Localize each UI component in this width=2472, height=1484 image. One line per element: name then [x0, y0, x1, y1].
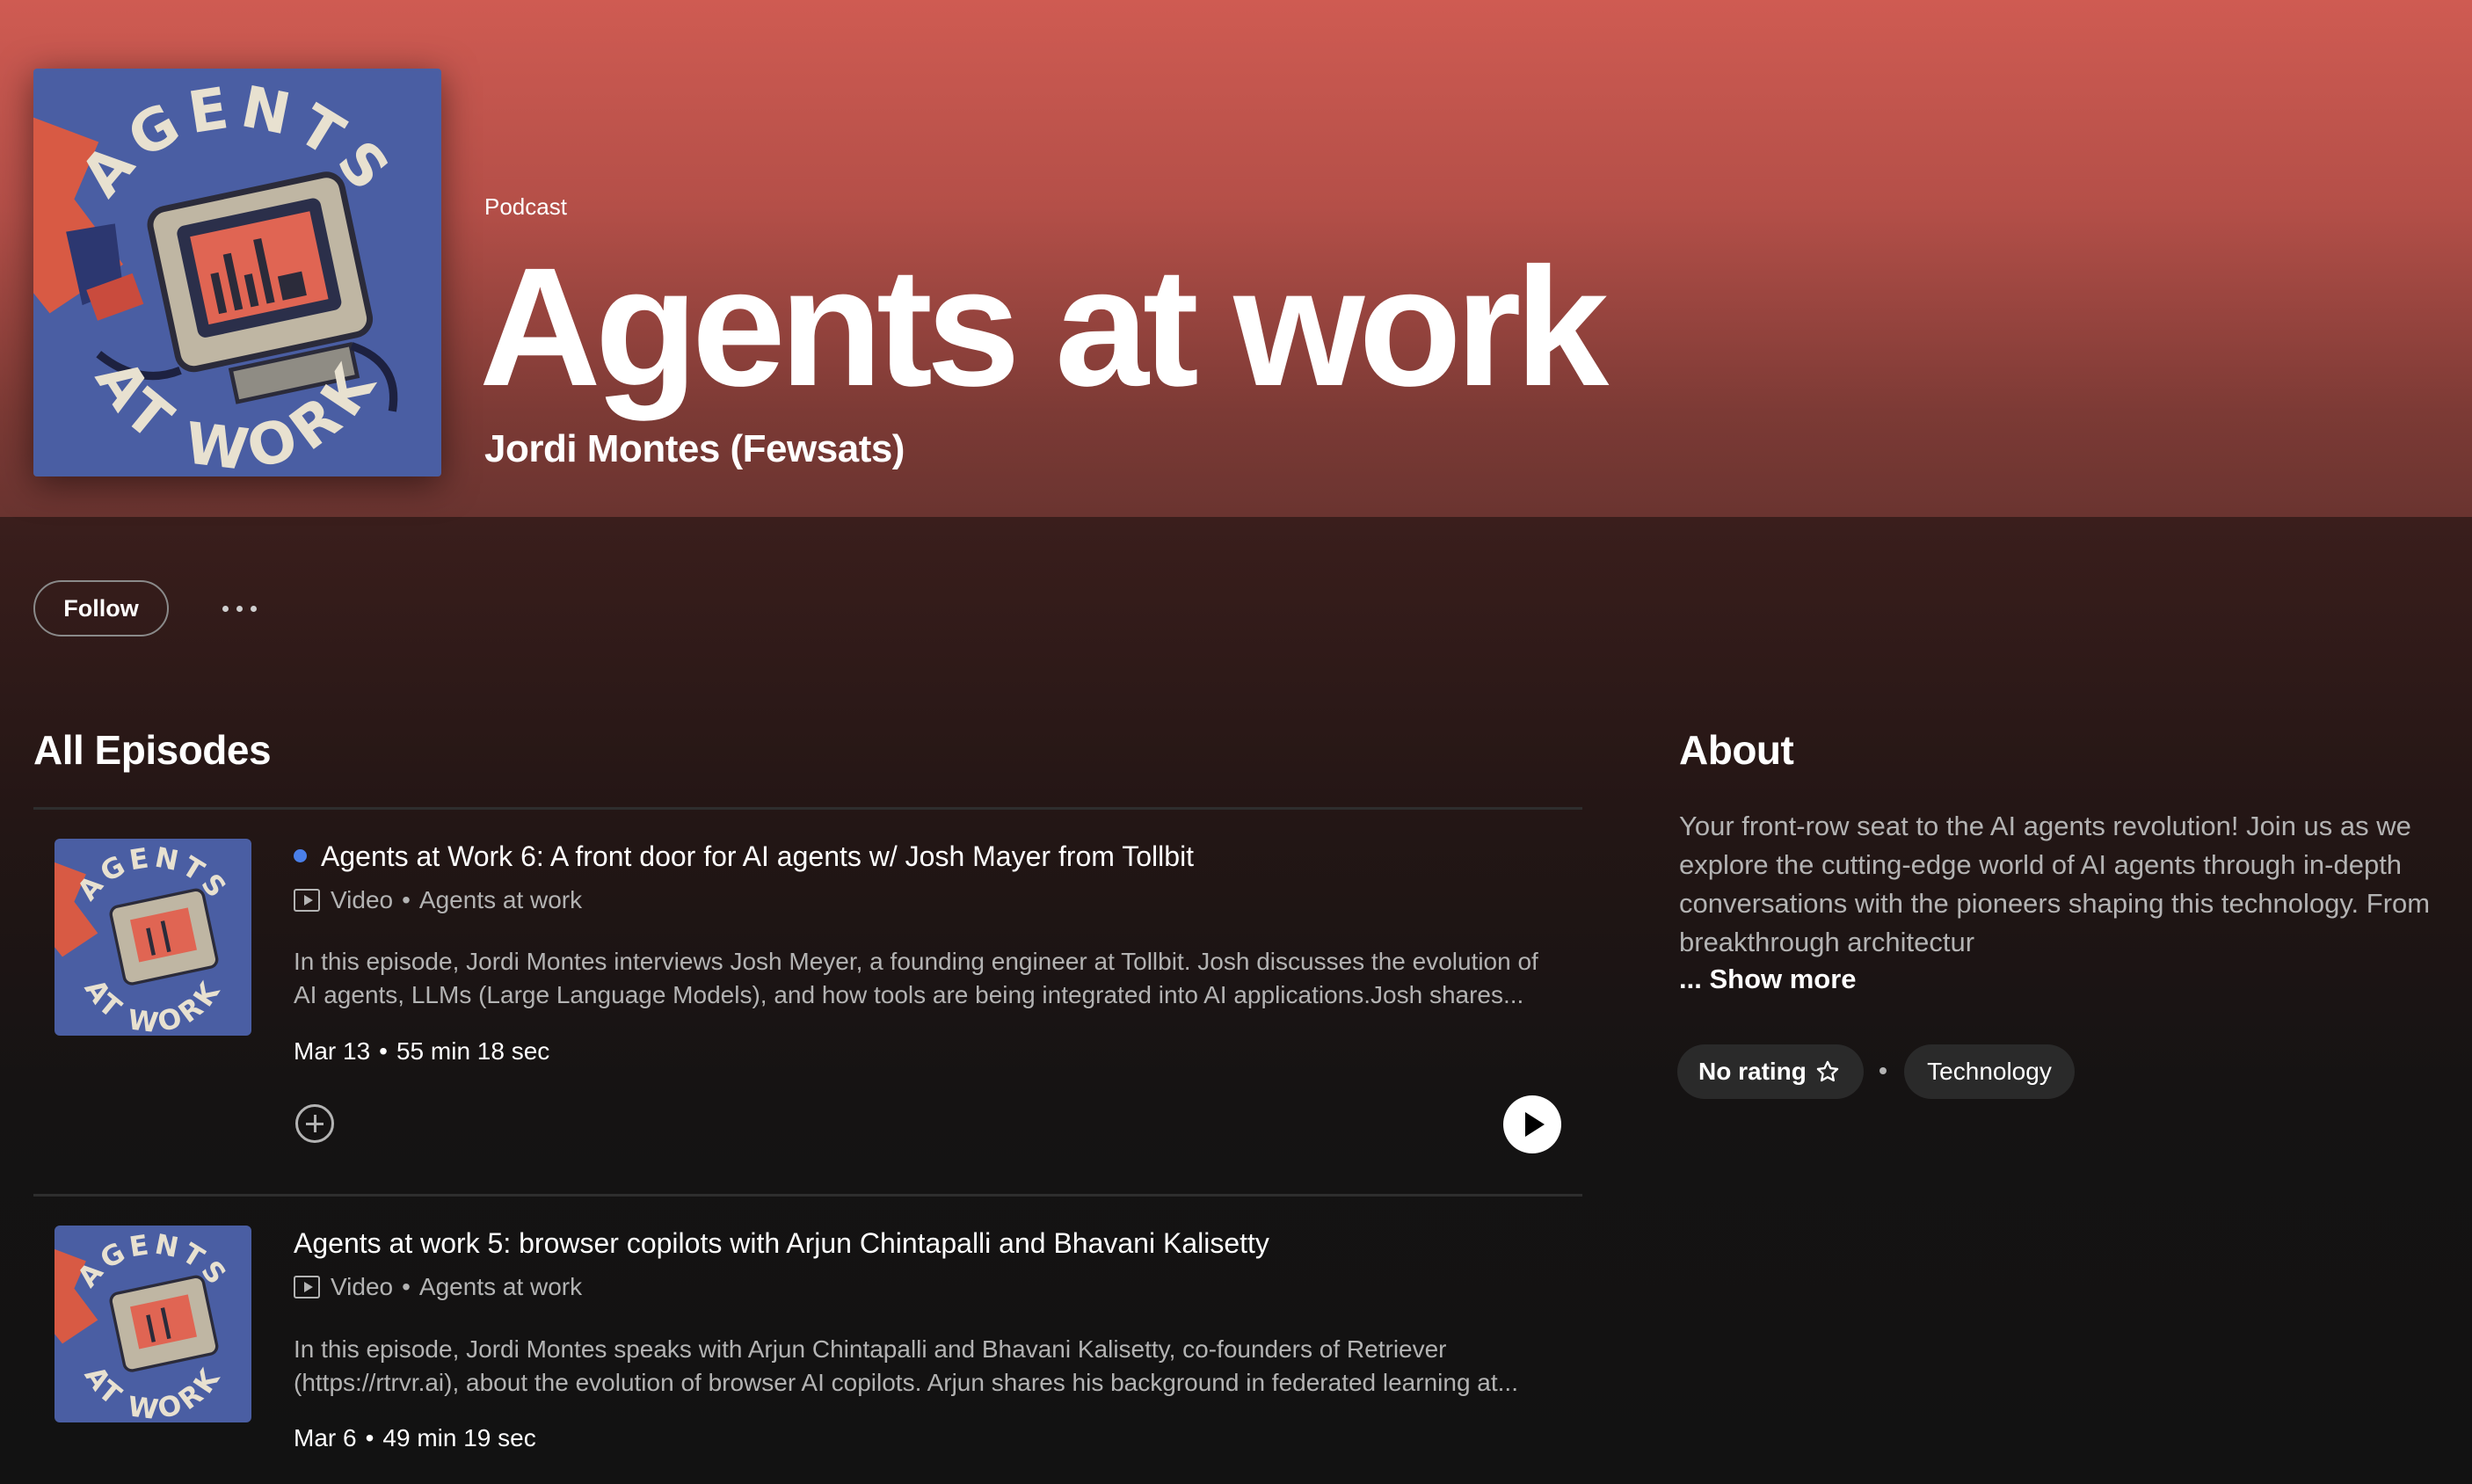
more-horizontal-icon — [222, 605, 229, 612]
episode-date-duration: Mar 6 • 49 min 19 sec — [294, 1424, 536, 1452]
cover-illustration: AGENTS AT WORK — [55, 1226, 251, 1422]
episode-description: In this episode, Jordi Montes speaks wit… — [294, 1335, 1518, 1396]
add-to-library-icon[interactable] — [295, 1104, 334, 1143]
cover-illustration: AGENTS AT WORK — [55, 839, 251, 1036]
separator-dot: • — [379, 1037, 388, 1065]
follow-button[interactable]: Follow — [33, 580, 169, 637]
episode-duration: 49 min 19 sec — [382, 1424, 536, 1451]
episode-date-duration: Mar 13 • 55 min 18 sec — [294, 1037, 549, 1066]
about-heading: About — [1679, 727, 1794, 773]
show-name[interactable]: Agents at work — [419, 886, 582, 914]
episode-date: Mar 6 — [294, 1424, 357, 1451]
rating-pill[interactable]: No rating — [1677, 1044, 1864, 1099]
content-type-label: Podcast — [484, 193, 567, 220]
episode-date: Mar 13 — [294, 1037, 371, 1065]
episode-meta: Video • Agents at work — [294, 1273, 582, 1301]
star-icon — [1816, 1060, 1839, 1082]
episode-duration: 55 min 18 sec — [396, 1037, 550, 1065]
about-description: Your front-row seat to the AI agents rev… — [1679, 811, 2431, 957]
episode-divider — [33, 1194, 1582, 1197]
show-name[interactable]: Agents at work — [419, 1273, 582, 1301]
separator-dot: • — [402, 886, 411, 913]
podcast-cover-art: AGENTS AT WORK — [33, 69, 441, 476]
podcast-title: Agents at work — [479, 232, 1609, 421]
episode-thumbnail[interactable]: AGENTS AT WORK — [55, 1226, 251, 1422]
new-episode-dot — [294, 849, 307, 863]
episode-title[interactable]: Agents at work 5: browser copilots with … — [294, 1227, 1269, 1260]
media-type: Video — [331, 1273, 394, 1300]
more-horizontal-icon — [250, 605, 257, 612]
podcast-author[interactable]: Jordi Montes (Fewsats) — [484, 427, 905, 471]
separator-dot: • — [365, 1424, 374, 1451]
episode-title[interactable]: Agents at Work 6: A front door for AI ag… — [294, 840, 1194, 873]
rating-label: No rating — [1698, 1058, 1807, 1085]
more-options-button[interactable] — [213, 587, 265, 629]
more-horizontal-icon — [236, 605, 243, 612]
episode-meta: Video • Agents at work — [294, 886, 582, 914]
play-icon[interactable] — [1503, 1095, 1561, 1153]
all-episodes-heading: All Episodes — [33, 727, 272, 773]
separator-dot: • — [402, 1273, 411, 1300]
episode-thumbnail[interactable]: AGENTS AT WORK — [55, 839, 251, 1036]
category-pill[interactable]: Technology — [1904, 1044, 2075, 1099]
cover-illustration: AGENTS AT WORK — [33, 69, 441, 476]
episode-description: In this episode, Jordi Montes interviews… — [294, 948, 1538, 1008]
episodes-divider — [33, 807, 1582, 810]
episode-title-text[interactable]: Agents at Work 6: A front door for AI ag… — [321, 840, 1194, 872]
show-more-link[interactable]: ... Show more — [1679, 964, 1857, 995]
video-icon — [294, 889, 320, 912]
media-type: Video — [331, 886, 394, 913]
video-icon — [294, 1276, 320, 1298]
separator-dot — [1879, 1067, 1887, 1074]
